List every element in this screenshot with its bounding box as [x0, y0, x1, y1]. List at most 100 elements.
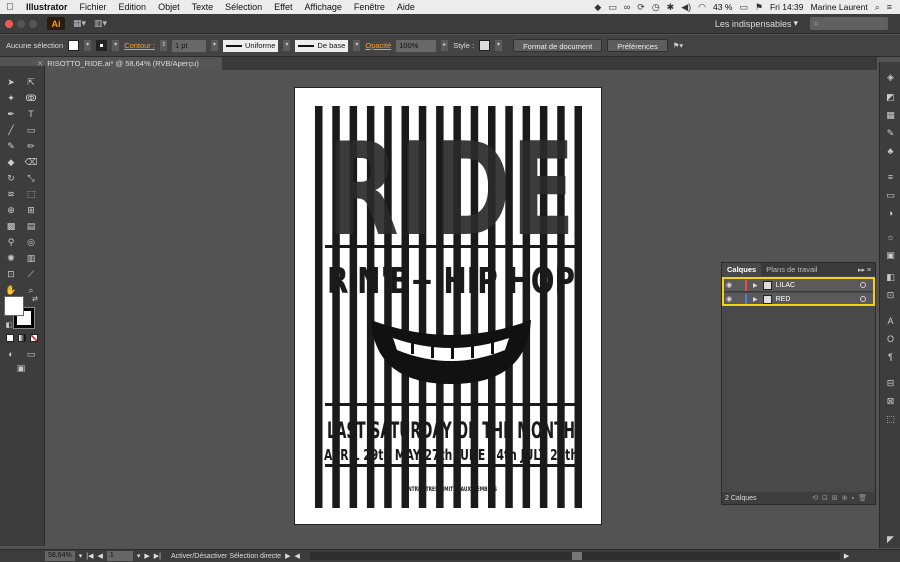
- hand-tool-icon[interactable]: ✋: [4, 284, 18, 296]
- blob-brush-tool-icon[interactable]: ◆: [4, 156, 18, 168]
- artboard-tool-icon[interactable]: ⊡: [4, 268, 18, 280]
- bluetooth-icon[interactable]: ✱: [667, 2, 675, 13]
- contour-link[interactable]: Contour :: [124, 41, 155, 50]
- display-icon[interactable]: ▭: [608, 2, 617, 13]
- eyedropper-tool-icon[interactable]: ⚲: [4, 236, 18, 248]
- sync-icon[interactable]: ⟳: [637, 2, 645, 13]
- layer-action-icons[interactable]: ⟲⊡⊞⊕▪🗑: [812, 494, 871, 502]
- pen-tool-icon[interactable]: ✒: [4, 108, 18, 120]
- layers-panel-icon[interactable]: ◧: [884, 272, 897, 283]
- color-panel-icon[interactable]: ◈: [884, 72, 897, 83]
- graph-tool-icon[interactable]: ▥: [24, 252, 38, 264]
- perspective-grid-tool-icon[interactable]: ⊞: [24, 204, 38, 216]
- menu-fenetre[interactable]: Fenêtre: [348, 2, 391, 12]
- menu-fichier[interactable]: Fichier: [74, 2, 113, 12]
- gradient-tool-icon[interactable]: ▤: [24, 220, 38, 232]
- document-setup-button[interactable]: Format de document: [513, 39, 603, 52]
- horizontal-scrollbar[interactable]: [309, 552, 840, 560]
- screen-mode-icon[interactable]: ▭: [24, 348, 38, 360]
- last-artboard-icon[interactable]: ▶|: [154, 552, 161, 560]
- fill-color-box[interactable]: [4, 296, 24, 316]
- artboards-panel-icon[interactable]: ⊡: [884, 290, 897, 301]
- stroke-swatch[interactable]: [96, 40, 108, 51]
- scroll-left-icon[interactable]: ◀: [294, 552, 299, 560]
- swatches-panel-icon[interactable]: ▦: [884, 110, 897, 121]
- symbols-panel-icon[interactable]: ♣: [884, 146, 897, 157]
- menu-effet[interactable]: Effet: [268, 2, 298, 12]
- artboard-number-field[interactable]: 1: [106, 551, 133, 561]
- swap-colors-icon[interactable]: ⇄: [28, 294, 42, 306]
- character-panel-icon[interactable]: A: [884, 316, 897, 327]
- width-tool-icon[interactable]: ≋: [4, 188, 18, 200]
- free-transform-tool-icon[interactable]: ⬚: [24, 188, 38, 200]
- spotlight-icon[interactable]: ⌕: [875, 2, 880, 13]
- menu-aide[interactable]: Aide: [391, 2, 421, 12]
- wifi-icon[interactable]: ◠: [698, 2, 706, 13]
- stroke-weight-field[interactable]: 1 pt: [171, 39, 206, 52]
- opentype-panel-icon[interactable]: O: [884, 334, 897, 345]
- menu-texte[interactable]: Texte: [186, 2, 220, 12]
- opacity-field[interactable]: 100%: [396, 39, 437, 52]
- status-menu-icon[interactable]: ▶: [285, 552, 290, 560]
- tab-calques[interactable]: Calques: [722, 263, 762, 276]
- menu-affichage[interactable]: Affichage: [298, 2, 347, 12]
- dropbox-icon[interactable]: ◆: [594, 2, 601, 13]
- pathfinder-panel-icon[interactable]: ⊠: [884, 396, 897, 407]
- brush-dropdown-icon[interactable]: ▾: [353, 40, 361, 51]
- drawing-mode-icon[interactable]: ◐: [4, 348, 18, 360]
- opacity-link[interactable]: Opacité: [365, 41, 391, 50]
- next-artboard-icon[interactable]: ▶: [144, 552, 149, 560]
- flag-icon[interactable]: ⚑: [755, 2, 763, 13]
- artboard-dropdown-icon[interactable]: ▾: [137, 552, 141, 560]
- expand-dock-icon[interactable]: ◤: [884, 534, 897, 545]
- slice-tool-icon[interactable]: ⟋: [24, 268, 38, 280]
- type-tool-icon[interactable]: T: [24, 108, 38, 120]
- style-dropdown-icon[interactable]: ▾: [495, 40, 503, 51]
- opacity-dropdown-icon[interactable]: ▸: [441, 40, 449, 51]
- workspace-dropdown-icon[interactable]: ▾: [793, 18, 798, 29]
- style-swatch[interactable]: [479, 40, 491, 51]
- scrollbar-thumb[interactable]: [571, 552, 582, 560]
- battery-icon[interactable]: ▭: [739, 2, 748, 13]
- menu-objet[interactable]: Objet: [152, 2, 186, 12]
- panel-options-icon[interactable]: ▸▸ ≡: [858, 266, 871, 274]
- scale-tool-icon[interactable]: ⤡: [24, 172, 38, 184]
- align-panel-icon[interactable]: ⊟: [884, 378, 897, 389]
- stroke-weight-dropdown-icon[interactable]: ▾: [210, 40, 218, 51]
- close-window-button[interactable]: [5, 19, 13, 28]
- variable-width-profile[interactable]: Uniforme: [222, 39, 279, 52]
- prev-artboard-icon[interactable]: ◀: [97, 552, 102, 560]
- menu-edition[interactable]: Edition: [113, 2, 153, 12]
- scroll-right-icon[interactable]: ▶: [844, 552, 849, 560]
- notification-center-icon[interactable]: ≡: [887, 2, 892, 12]
- paragraph-panel-icon[interactable]: ¶: [884, 352, 897, 363]
- stroke-weight-stepper[interactable]: ⇕: [159, 40, 167, 51]
- blend-tool-icon[interactable]: ◎: [24, 236, 38, 248]
- change-screen-mode-icon[interactable]: ▣: [14, 362, 28, 374]
- zoom-level-field[interactable]: 58,64%: [45, 551, 75, 561]
- lasso-tool-icon[interactable]: ↂ: [24, 92, 38, 104]
- default-colors-icon[interactable]: ◧: [2, 320, 16, 332]
- profile-dropdown-icon[interactable]: ▾: [283, 40, 291, 51]
- tab-plans-de-travail[interactable]: Plans de travail: [761, 265, 822, 274]
- menu-app[interactable]: Illustrator: [20, 2, 74, 12]
- direct-selection-tool-icon[interactable]: ⇱: [24, 76, 38, 88]
- zoom-window-button[interactable]: [29, 19, 37, 28]
- poster-artwork[interactable]: RIDE R'N'B+ HIP HOP LAST SATURDAY OF THE…: [295, 88, 602, 525]
- rectangle-tool-icon[interactable]: ▭: [24, 124, 38, 136]
- creative-cloud-icon[interactable]: ∞: [624, 2, 630, 12]
- appearance-panel-icon[interactable]: ☼: [884, 232, 897, 243]
- stroke-panel-icon[interactable]: ≡: [884, 172, 897, 183]
- workspace-switcher[interactable]: Les indispensables: [715, 19, 792, 29]
- paintbrush-tool-icon[interactable]: ✎: [4, 140, 18, 152]
- none-mode-button[interactable]: [30, 334, 38, 342]
- time-machine-icon[interactable]: ◷: [652, 2, 660, 13]
- pencil-tool-icon[interactable]: ✏: [24, 140, 38, 152]
- user-name[interactable]: Marine Laurent: [811, 2, 868, 12]
- clock[interactable]: Fri 14:39: [770, 2, 804, 12]
- zoom-dropdown-icon[interactable]: ▾: [79, 552, 83, 560]
- first-artboard-icon[interactable]: |◀: [86, 552, 93, 560]
- eraser-tool-icon[interactable]: ⌫: [24, 156, 38, 168]
- shape-builder-tool-icon[interactable]: ⊕: [4, 204, 18, 216]
- minimize-window-button[interactable]: [17, 19, 25, 28]
